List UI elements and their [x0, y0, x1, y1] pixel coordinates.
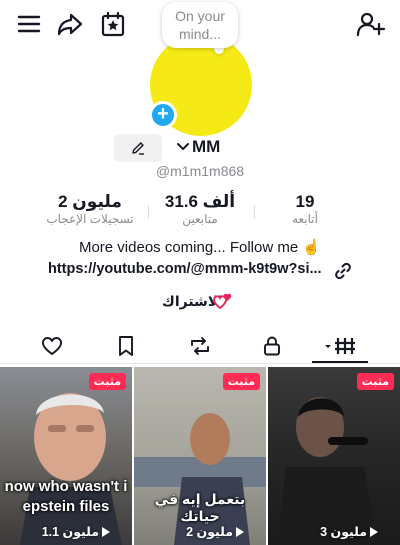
add-user-icon[interactable] — [356, 10, 386, 38]
bookmark-icon — [119, 336, 133, 356]
following-count[interactable]: 19 — [270, 192, 340, 212]
edit-profile-button[interactable] — [114, 134, 162, 162]
pinned-badge: مثبت — [222, 373, 260, 390]
play-icon — [236, 526, 244, 537]
view-count-text: 1.1 مليون — [41, 525, 99, 539]
thumbnail-image — [278, 397, 378, 545]
pencil-icon — [132, 142, 144, 155]
video-thumbnail[interactable]: مثبت بتعمل إيه في حياتك 2 مليون — [134, 367, 266, 545]
play-icon — [370, 526, 378, 537]
video-caption: now who wasn't i epstein files — [4, 478, 128, 515]
video-caption: بتعمل إيه في حياتك — [154, 491, 246, 524]
view-count: 3 مليون — [320, 524, 378, 539]
tab-liked[interactable] — [32, 332, 72, 360]
stats-divider — [254, 205, 255, 219]
lock-icon — [264, 336, 280, 356]
following-label[interactable]: أتابعه — [270, 212, 340, 226]
video-thumbnail[interactable]: مثبت now who wasn't i epstein files 1.1 … — [0, 367, 132, 545]
followers-label[interactable]: متابعين — [150, 212, 250, 226]
avatar-add-button[interactable]: + — [149, 101, 177, 129]
note-line-1: On your — [175, 8, 225, 24]
play-icon — [102, 526, 110, 537]
pinned-badge: مثبت — [356, 373, 394, 390]
tab-reposts[interactable] — [180, 332, 220, 360]
tabs-divider — [0, 363, 400, 364]
display-name[interactable]: MM — [192, 137, 220, 157]
chevron-down-icon[interactable] — [176, 140, 190, 154]
link-icon — [334, 262, 352, 280]
menu-icon[interactable] — [16, 12, 42, 36]
grid-icon — [325, 338, 355, 354]
calendar-star-icon[interactable] — [100, 10, 126, 38]
view-count-text: 3 مليون — [320, 525, 367, 539]
tab-videos[interactable] — [320, 332, 360, 360]
stats-divider — [148, 205, 149, 219]
likes-count: 2 مليون — [58, 192, 122, 211]
note-bubble[interactable]: On your mind... — [162, 2, 238, 48]
view-count: 2 مليون — [186, 524, 244, 539]
followers-count[interactable]: 31.6 ألف — [150, 192, 250, 212]
username: @m1m1m868 — [155, 163, 245, 179]
pinned-badge: مثبت — [88, 373, 126, 390]
note-line-2: mind... — [178, 26, 221, 42]
likes-label: تسجيلات الإعجاب — [46, 212, 134, 226]
tab-favorites[interactable] — [106, 332, 146, 360]
repost-icon — [191, 337, 209, 355]
bio-text: More videos coming... Follow me ☝️ — [78, 239, 322, 256]
view-count: 1.1 مليون — [42, 524, 110, 539]
tab-private[interactable] — [252, 332, 292, 360]
subscribe-hearts-icon[interactable] — [212, 291, 236, 311]
heart-icon — [42, 337, 62, 356]
video-thumbnail[interactable]: مثبت 3 مليون — [268, 367, 400, 545]
thumbnail-image — [20, 393, 122, 545]
bio-link[interactable]: https://youtube.com/@mmm-k9t9w?si... — [48, 261, 322, 277]
share-icon[interactable] — [56, 10, 84, 38]
view-count-text: 2 مليون — [186, 525, 233, 539]
